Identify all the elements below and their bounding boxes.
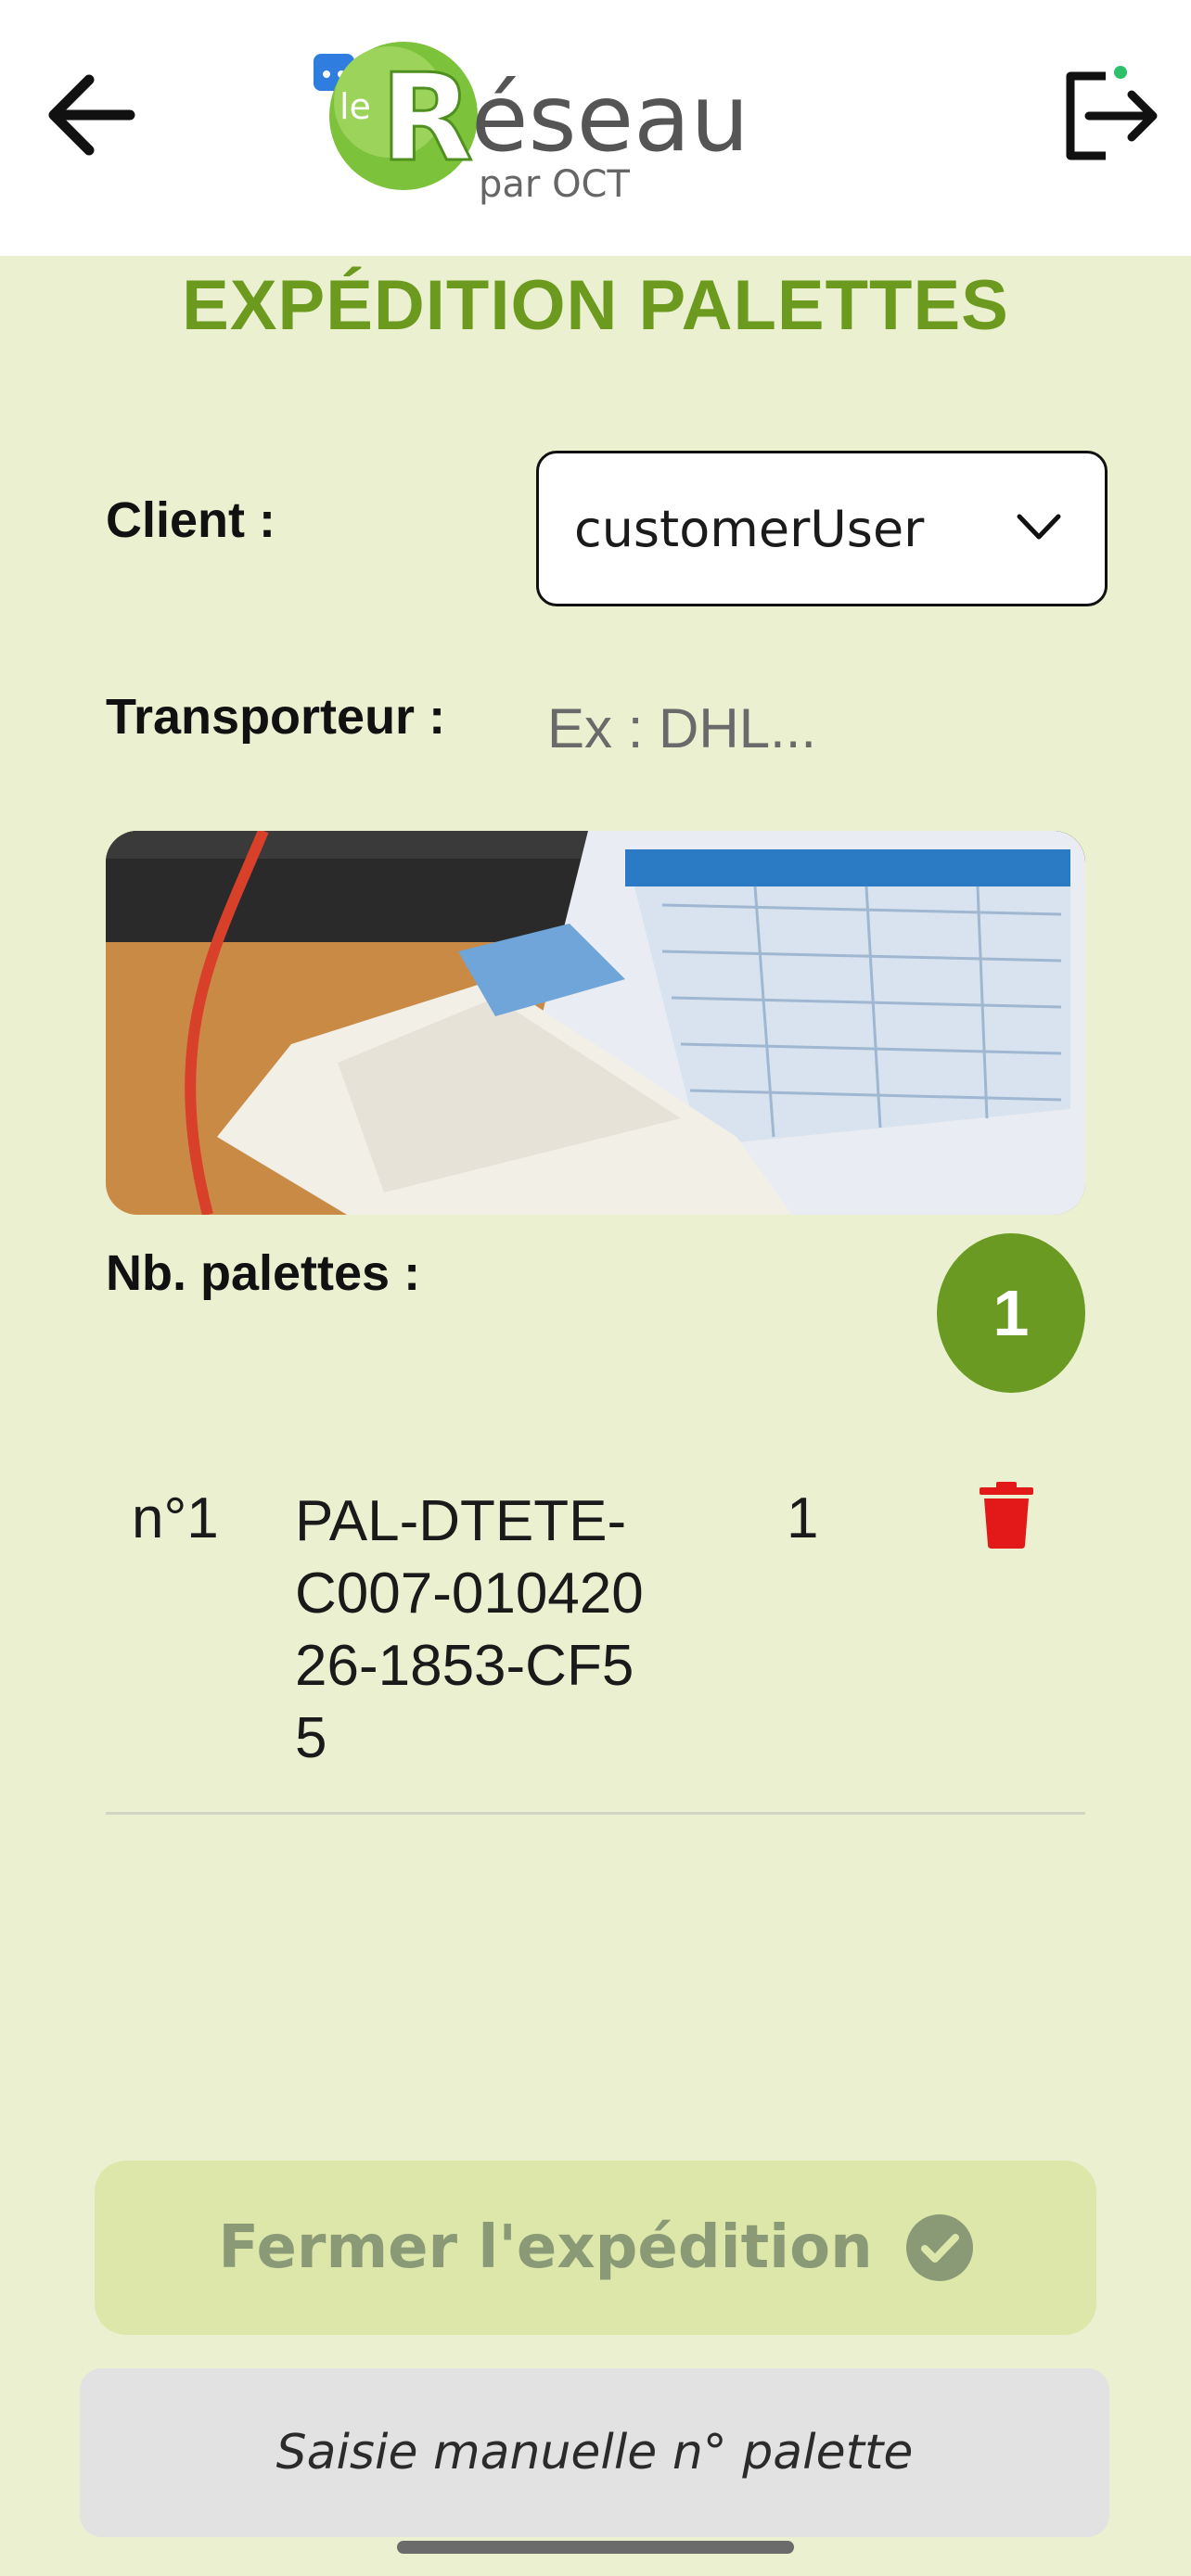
row-divider: [106, 1812, 1085, 1815]
trash-icon[interactable]: [978, 1482, 1035, 1549]
app-logo: le R éseau par OCT: [306, 37, 881, 213]
home-indicator[interactable]: [397, 2541, 794, 2554]
app-header: le R éseau par OCT: [0, 0, 1191, 256]
client-label: Client :: [106, 492, 275, 548]
svg-text:par OCT: par OCT: [479, 163, 630, 206]
svg-text:R: R: [380, 47, 473, 188]
pallet-count-label: Nb. palettes :: [106, 1245, 421, 1301]
pallet-photo: [106, 831, 1085, 1215]
manual-entry-button[interactable]: Saisie manuelle n° palette: [80, 2368, 1109, 2537]
client-select[interactable]: customerUser: [536, 451, 1108, 606]
close-shipment-button[interactable]: Fermer l'expédition: [95, 2161, 1096, 2335]
pallet-number: n°1: [132, 1486, 219, 1550]
chevron-down-icon: [1017, 514, 1061, 540]
pallet-quantity: 1: [787, 1486, 819, 1550]
manual-entry-label: Saisie manuelle n° palette: [275, 2425, 914, 2480]
carrier-input[interactable]: [547, 686, 1104, 770]
back-button[interactable]: [37, 56, 158, 176]
pallet-count-badge: 1: [937, 1233, 1085, 1393]
page-title: EXPÉDITION PALETTES: [182, 266, 1009, 345]
arrow-left-icon: [48, 74, 135, 156]
check-circle-icon: [905, 2214, 973, 2281]
client-select-value: customerUser: [574, 500, 925, 558]
logout-icon: [1066, 66, 1158, 160]
logout-button[interactable]: [1048, 56, 1169, 176]
table-row: n°1 PAL-DTETE-C007-01042026-1853-CF55 1: [106, 1474, 1085, 1814]
pallet-code: PAL-DTETE-C007-01042026-1853-CF55: [295, 1489, 644, 1770]
carrier-label: Transporteur :: [106, 689, 446, 745]
close-shipment-label: Fermer l'expédition: [218, 2213, 873, 2282]
svg-text:le: le: [339, 86, 371, 127]
svg-text:éseau: éseau: [471, 64, 749, 172]
